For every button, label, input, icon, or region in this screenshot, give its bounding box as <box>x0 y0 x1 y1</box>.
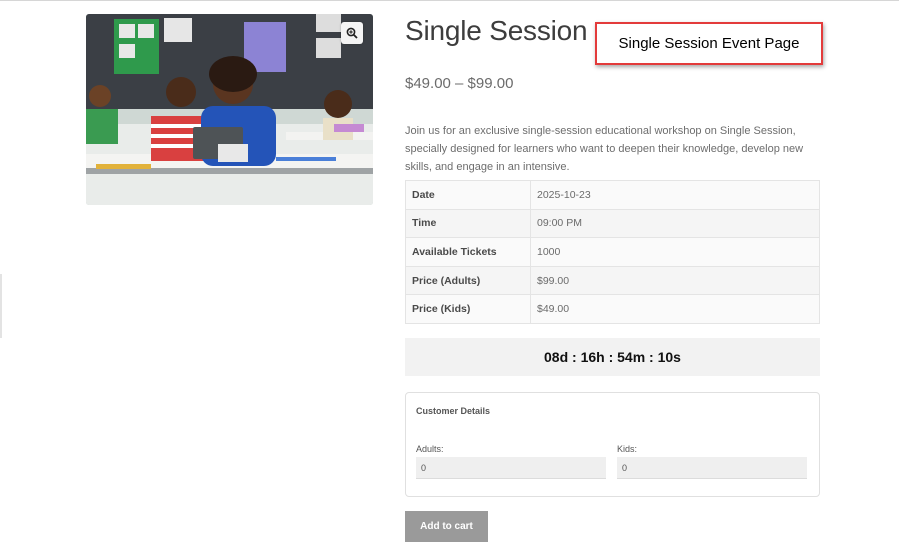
detail-value: $99.00 <box>530 265 820 296</box>
price-range: $49.00 – $99.00 <box>405 75 514 92</box>
countdown-timer: 08d : 16h : 54m : 10s <box>405 338 820 376</box>
classroom-photo <box>86 14 373 205</box>
detail-label: Time <box>405 208 531 239</box>
table-row: Date 2025-10-23 <box>405 180 820 210</box>
event-details-table: Date 2025-10-23 Time 09:00 PM Available … <box>405 180 820 324</box>
annotation-callout: Single Session Event Page <box>595 22 823 65</box>
kids-input[interactable] <box>617 457 807 479</box>
detail-value: 2025-10-23 <box>530 180 820 210</box>
kids-label: Kids: <box>617 444 638 454</box>
zoom-in-icon <box>346 27 358 39</box>
product-image[interactable] <box>86 14 373 205</box>
add-to-cart-button[interactable]: Add to cart <box>405 511 488 542</box>
product-title: Single Session <box>405 15 588 46</box>
customer-details-form: Customer Details Adults: Kids: <box>405 392 820 497</box>
adults-label: Adults: <box>416 444 444 454</box>
detail-label: Price (Kids) <box>405 294 531 324</box>
table-row: Price (Adults) $99.00 <box>405 265 820 296</box>
detail-label: Available Tickets <box>405 237 531 267</box>
customer-details-title: Customer Details <box>416 406 491 416</box>
annotation-text: Single Session Event Page <box>618 35 800 52</box>
table-row: Price (Kids) $49.00 <box>405 294 820 324</box>
zoom-button[interactable] <box>341 22 363 44</box>
product-description: Join us for an exclusive single-session … <box>405 125 804 173</box>
detail-value: 09:00 PM <box>530 208 820 239</box>
table-row: Available Tickets 1000 <box>405 237 820 267</box>
adults-input[interactable] <box>416 457 606 479</box>
detail-value: $49.00 <box>530 294 820 324</box>
table-row: Time 09:00 PM <box>405 208 820 239</box>
detail-label: Date <box>405 180 531 210</box>
top-divider <box>0 0 899 1</box>
detail-label: Price (Adults) <box>405 265 531 296</box>
detail-value: 1000 <box>530 237 820 267</box>
edge-tab <box>0 274 2 338</box>
